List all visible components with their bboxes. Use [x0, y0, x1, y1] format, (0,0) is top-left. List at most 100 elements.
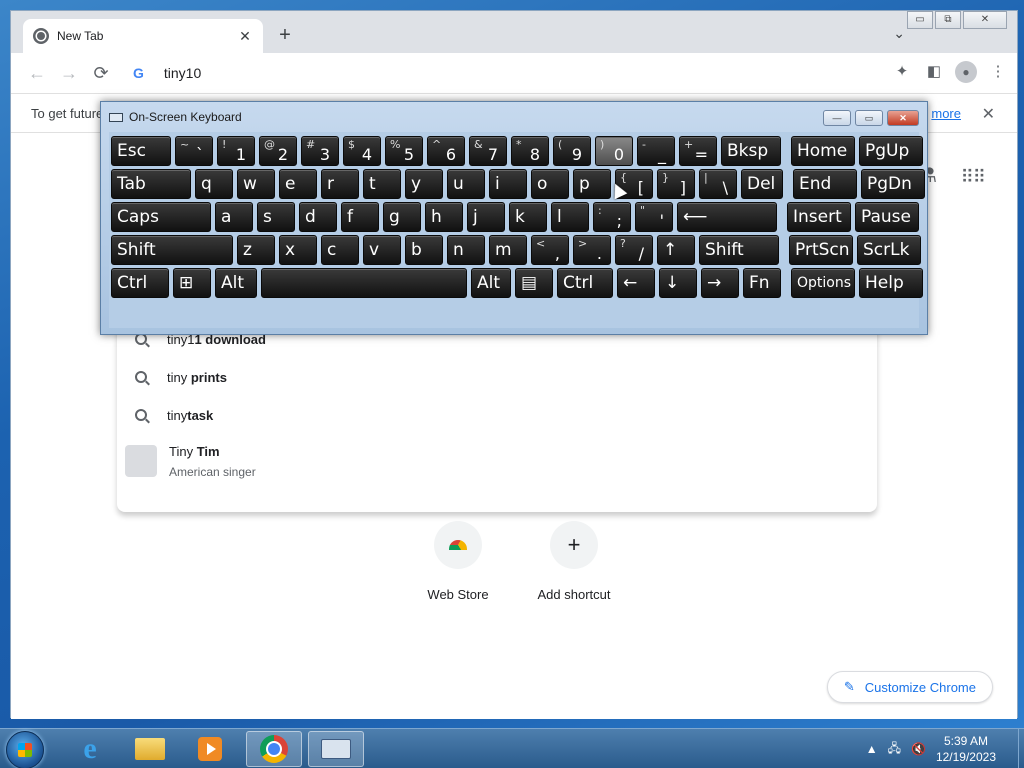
key-alt[interactable]: Alt	[215, 268, 257, 298]
key-v[interactable]: v	[363, 235, 401, 265]
key-symbol[interactable]: }]	[657, 169, 695, 199]
key-ctrl[interactable]: Ctrl	[557, 268, 613, 298]
minimize-button[interactable]: ▭	[907, 11, 933, 29]
key-l[interactable]: l	[551, 202, 589, 232]
key-ctrl[interactable]: Ctrl	[111, 268, 169, 298]
key-f[interactable]: f	[341, 202, 379, 232]
chrome-icon[interactable]	[246, 731, 302, 767]
key-pgdn[interactable]: PgDn	[861, 169, 925, 199]
new-tab-button[interactable]: +	[273, 24, 297, 48]
menu-icon[interactable]: ⋮	[987, 61, 1009, 83]
internet-explorer-icon[interactable]: e	[62, 731, 118, 767]
key-end[interactable]: End	[793, 169, 857, 199]
key-symbol[interactable]: ←	[617, 268, 655, 298]
key-options[interactable]: Options	[791, 268, 855, 298]
osk-close-button[interactable]: ✕	[887, 110, 919, 126]
key-symbol[interactable]: :;	[593, 202, 631, 232]
key-d[interactable]: d	[299, 202, 337, 232]
key-4[interactable]: $4	[343, 136, 381, 166]
key-n[interactable]: n	[447, 235, 485, 265]
key-e[interactable]: e	[279, 169, 317, 199]
key-caps[interactable]: Caps	[111, 202, 211, 232]
key-shift[interactable]: Shift	[111, 235, 233, 265]
close-infobar-icon[interactable]: ✕	[982, 104, 995, 124]
key-y[interactable]: y	[405, 169, 443, 199]
key-symbol[interactable]: " '	[635, 202, 673, 232]
apps-grid-icon[interactable]: ⠿⠿	[961, 167, 986, 188]
key-3[interactable]: #3	[301, 136, 339, 166]
key-symbol[interactable]: ↑	[657, 235, 695, 265]
tab-new-tab[interactable]: New Tab ✕	[23, 19, 263, 53]
shortcut-web-store[interactable]: Web Store	[421, 521, 495, 602]
key-symbol[interactable]: - _	[637, 136, 675, 166]
extensions-icon[interactable]: ✦	[891, 61, 913, 83]
key-z[interactable]: z	[237, 235, 275, 265]
key-symbol[interactable]: ⊞	[173, 268, 211, 298]
key-symbol[interactable]: | \	[699, 169, 737, 199]
key-symbol[interactable]: <,	[531, 235, 569, 265]
key-fn[interactable]: Fn	[743, 268, 781, 298]
key-p[interactable]: p	[573, 169, 611, 199]
suggestion-item[interactable]: tiny task	[117, 396, 877, 434]
shortcut-add[interactable]: + Add shortcut	[537, 521, 611, 602]
file-explorer-icon[interactable]	[122, 731, 178, 767]
key-help[interactable]: Help	[859, 268, 923, 298]
key-symbol[interactable]: ⟵	[677, 202, 777, 232]
osk-minimize-button[interactable]: —	[823, 110, 851, 126]
key-m[interactable]: m	[489, 235, 527, 265]
key-pause[interactable]: Pause	[855, 202, 919, 232]
address-bar-text[interactable]: tiny10	[164, 65, 201, 81]
key-g[interactable]: g	[383, 202, 421, 232]
key-tab[interactable]: Tab	[111, 169, 191, 199]
address-bar[interactable]: G tiny10	[117, 55, 879, 91]
close-window-button[interactable]: ✕	[963, 11, 1007, 29]
network-icon[interactable]: 🖧	[888, 739, 901, 760]
key-esc[interactable]: Esc	[111, 136, 171, 166]
key-shift[interactable]: Shift	[699, 235, 779, 265]
key-symbol[interactable]: →	[701, 268, 739, 298]
key-w[interactable]: w	[237, 169, 275, 199]
close-tab-icon[interactable]: ✕	[237, 28, 253, 45]
key-symbol[interactable]: ? /	[615, 235, 653, 265]
forward-button[interactable]: →	[57, 61, 81, 85]
key-bksp[interactable]: Bksp	[721, 136, 781, 166]
clock[interactable]: 5:39 AM 12/19/2023	[936, 733, 996, 765]
key-u[interactable]: u	[447, 169, 485, 199]
key-a[interactable]: a	[215, 202, 253, 232]
key-symbol[interactable]: + =	[679, 136, 717, 166]
reload-button[interactable]: ⟳	[89, 61, 113, 85]
key-j[interactable]: j	[467, 202, 505, 232]
key-x[interactable]: x	[279, 235, 317, 265]
key-symbol[interactable]: >.	[573, 235, 611, 265]
suggestion-entity[interactable]: Tiny Tim American singer	[117, 439, 877, 483]
key-home[interactable]: Home	[791, 136, 855, 166]
key-pgup[interactable]: PgUp	[859, 136, 923, 166]
suggestion-item[interactable]: tiny prints	[117, 358, 877, 396]
on-screen-keyboard-icon[interactable]	[308, 731, 364, 767]
volume-muted-icon[interactable]: 🔇	[911, 742, 926, 756]
restore-button[interactable]: ⧉	[935, 11, 961, 29]
media-player-icon[interactable]	[182, 731, 238, 767]
show-hidden-icons-icon[interactable]: ▲	[866, 742, 878, 756]
key-1[interactable]: ! 1	[217, 136, 255, 166]
key-t[interactable]: t	[363, 169, 401, 199]
side-panel-icon[interactable]: ◧	[923, 61, 945, 83]
key-7[interactable]: & 7	[469, 136, 507, 166]
key-del[interactable]: Del	[741, 169, 783, 199]
key-h[interactable]: h	[425, 202, 463, 232]
key-space[interactable]	[261, 268, 467, 298]
key-8[interactable]: * 8	[511, 136, 549, 166]
key-s[interactable]: s	[257, 202, 295, 232]
show-desktop-button[interactable]	[1018, 729, 1024, 768]
customize-chrome-button[interactable]: ✎ Customize Chrome	[826, 671, 993, 703]
key-i[interactable]: i	[489, 169, 527, 199]
start-button[interactable]	[6, 731, 44, 768]
key-6[interactable]: ^ 6	[427, 136, 465, 166]
key-5[interactable]: % 5	[385, 136, 423, 166]
key-2[interactable]: @2	[259, 136, 297, 166]
key-9[interactable]: (9	[553, 136, 591, 166]
key-symbol[interactable]: ↓	[659, 268, 697, 298]
key-r[interactable]: r	[321, 169, 359, 199]
key-k[interactable]: k	[509, 202, 547, 232]
key-0[interactable]: ) 0	[595, 136, 633, 166]
